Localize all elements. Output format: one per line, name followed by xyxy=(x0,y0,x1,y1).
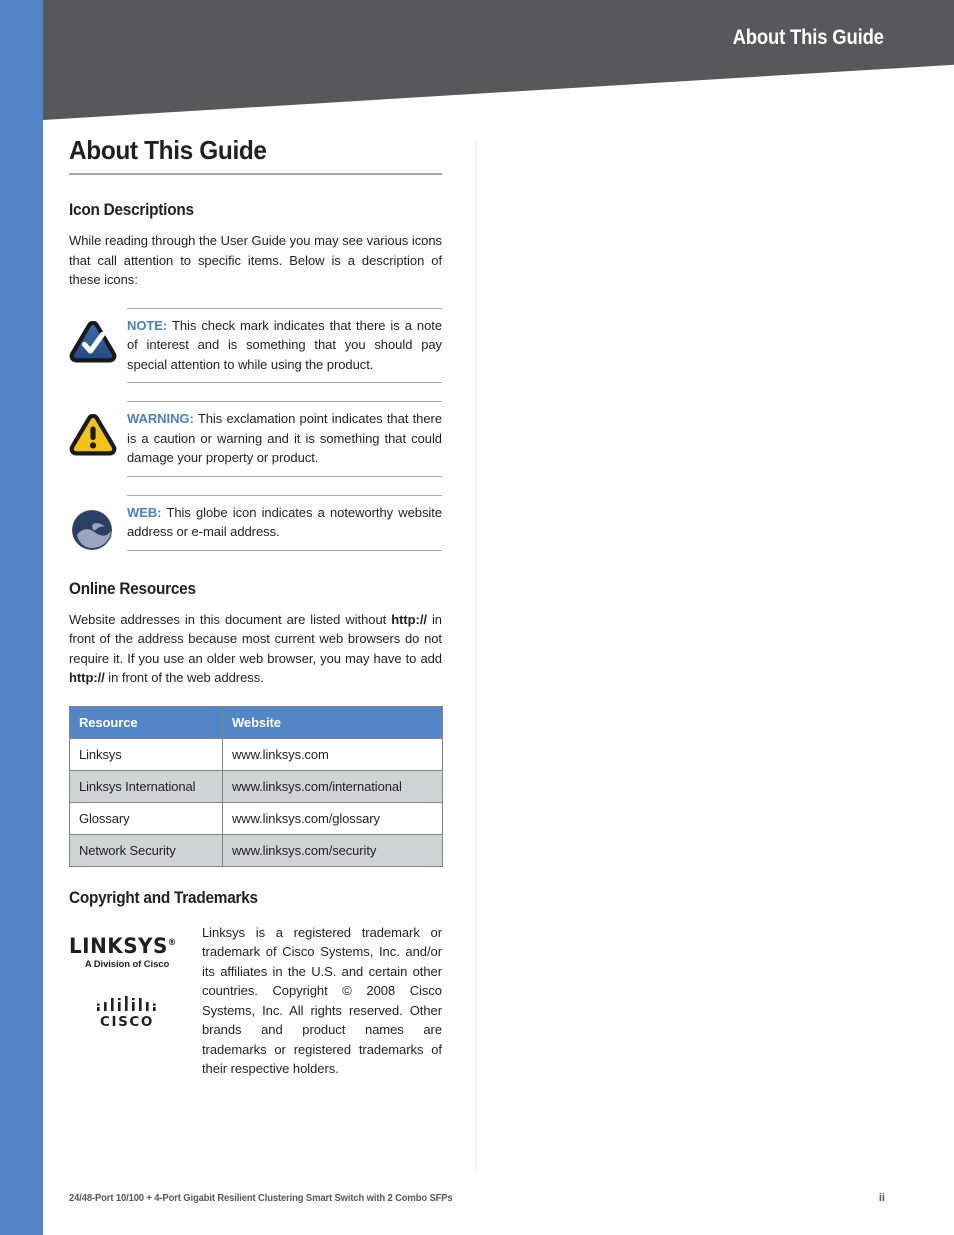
online-resources-part1: Website addresses in this document are l… xyxy=(69,611,392,627)
warning-label: WARNING: xyxy=(127,411,194,426)
section-heading-icon-descriptions: Icon Descriptions xyxy=(69,201,194,219)
table-cell-website[interactable]: www.linksys.com/international xyxy=(222,769,443,803)
copyright-row: LINKSYS® A Division of Cisco CISCO Links… xyxy=(69,923,442,1079)
linksys-wordmark-text: LINKSYS xyxy=(69,933,168,958)
page-header-band xyxy=(43,0,954,120)
cisco-logo: CISCO xyxy=(69,995,185,1030)
note-block-warning: WARNING: This exclamation point indicate… xyxy=(69,401,442,477)
document-page: About This Guide About This Guide Icon D… xyxy=(0,0,954,1235)
table-header-row: Resource Website xyxy=(69,705,443,739)
web-text: This globe icon indicates a noteworthy w… xyxy=(127,504,443,540)
note-text: This check mark indicates that there is … xyxy=(127,317,442,372)
table-row: Glossary www.linksys.com/glossary xyxy=(69,801,443,835)
note-block-web: WEB: This globe icon indicates a notewor… xyxy=(69,494,443,552)
table-row: Linksys www.linksys.com xyxy=(69,737,443,771)
table-cell-resource: Glossary xyxy=(69,801,223,835)
cisco-wordmark: CISCO xyxy=(99,1013,155,1030)
table-cell-website[interactable]: www.linksys.com/security xyxy=(222,833,443,867)
warning-exclamation-triangle-icon xyxy=(69,401,127,456)
note-label: NOTE: xyxy=(127,317,168,333)
footer-page-number: ii xyxy=(878,1192,885,1204)
running-header-title: About This Guide xyxy=(732,26,884,49)
linksys-wordmark: LINKSYS® xyxy=(69,932,195,957)
icon-descriptions-intro: While reading through the User Guide you… xyxy=(69,233,442,287)
page-footer: 24/48-Port 10/100 + 4-Port Gigabit Resil… xyxy=(69,1192,885,1204)
copyright-text-block: Linksys is a registered trademark or tra… xyxy=(202,923,442,1079)
footer-product-name: 24/48-Port 10/100 + 4-Port Gigabit Resil… xyxy=(69,1192,453,1204)
main-content-column: About This Guide Icon Descriptions While… xyxy=(69,134,443,1079)
online-resources-part3: in front of the web address. xyxy=(104,670,264,685)
table-row: Network Security www.linksys.com/securit… xyxy=(69,833,443,867)
note-checkmark-triangle-icon xyxy=(69,308,127,363)
section-heading-copyright: Copyright and Trademarks xyxy=(69,888,258,907)
linksys-logo: LINKSYS® A Division of Cisco xyxy=(69,932,202,970)
table-cell-website[interactable]: www.linksys.com xyxy=(222,737,443,771)
logo-cell: LINKSYS® A Division of Cisco CISCO xyxy=(69,923,202,1030)
table-header-resource: Resource xyxy=(69,705,223,739)
note-block-note: NOTE: This check mark indicates that the… xyxy=(69,307,442,383)
table-cell-resource: Network Security xyxy=(69,833,223,867)
page-left-blue-spine xyxy=(0,0,43,1235)
linksys-tagline: A Division of Cisco xyxy=(84,958,170,970)
cisco-bridge-icon xyxy=(97,995,156,1011)
note-body-web: WEB: This globe icon indicates a notewor… xyxy=(127,494,443,551)
online-resources-http-1: http:// xyxy=(391,611,427,627)
table-cell-website[interactable]: www.linksys.com/glossary xyxy=(222,801,443,835)
table-header-website: Website xyxy=(222,705,443,739)
web-label: WEB: xyxy=(127,504,162,520)
web-globe-icon xyxy=(69,495,127,552)
page-title: About This Guide xyxy=(69,135,267,165)
table-cell-resource: Linksys International xyxy=(69,769,223,803)
registered-trademark-icon: ® xyxy=(167,937,177,948)
note-body-note: NOTE: This check mark indicates that the… xyxy=(127,307,442,383)
page-title-rule xyxy=(69,173,442,175)
copyright-text: Linksys is a registered trademark or tra… xyxy=(202,924,442,1077)
section-heading-online-resources: Online Resources xyxy=(69,579,196,598)
table-row: Linksys International www.linksys.com/in… xyxy=(69,769,443,803)
note-body-warning: WARNING: This exclamation point indicate… xyxy=(127,401,442,477)
online-resources-http-2: http:// xyxy=(69,670,105,685)
online-resources-paragraph: Website addresses in this document are l… xyxy=(69,610,442,688)
column-divider xyxy=(476,140,477,1170)
online-resources-table: Resource Website Linksys www.linksys.com… xyxy=(69,705,443,867)
table-cell-resource: Linksys xyxy=(69,737,223,771)
